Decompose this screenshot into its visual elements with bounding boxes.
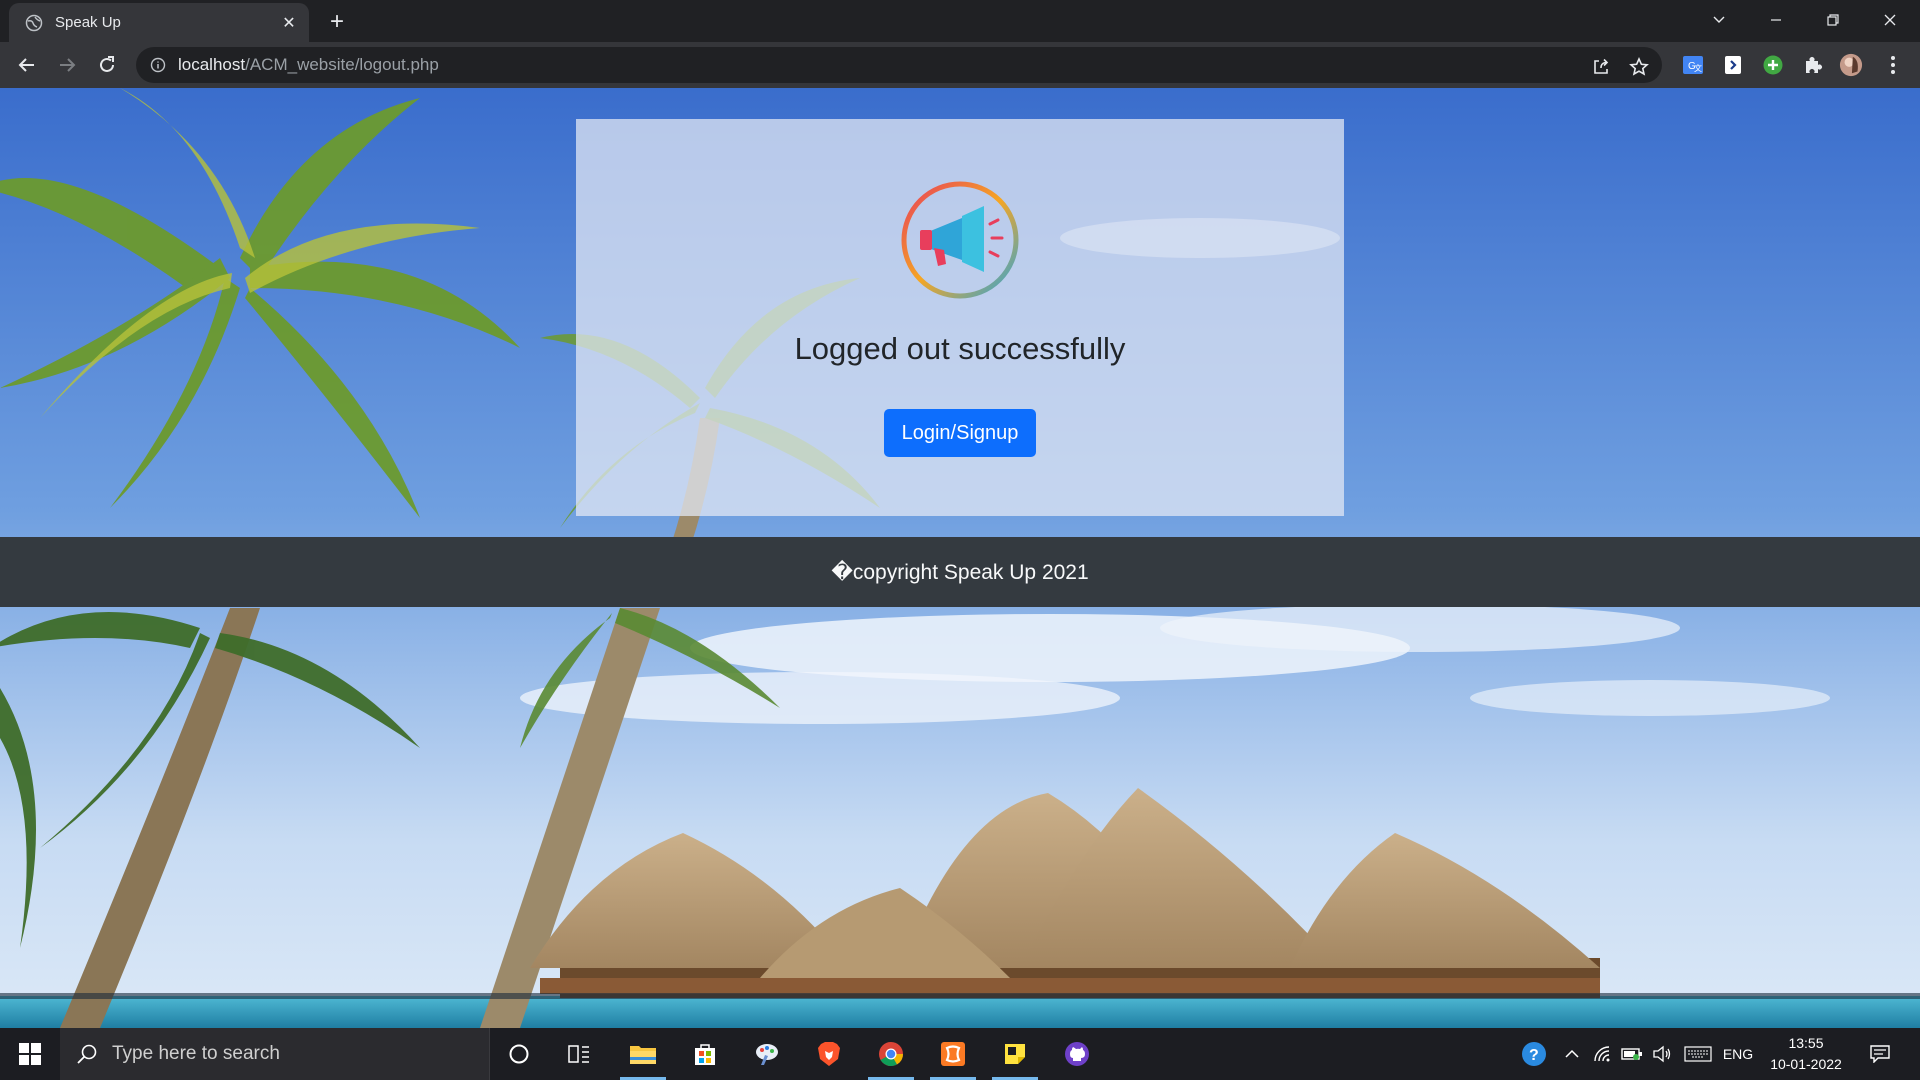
window-close-icon[interactable] xyxy=(1862,0,1918,40)
tab-title: Speak Up xyxy=(55,14,121,31)
extension-icon[interactable] xyxy=(1721,53,1745,77)
page-footer: �copyright Speak Up 2021 xyxy=(0,537,1920,607)
store-icon[interactable] xyxy=(676,1028,734,1080)
paint-icon[interactable] xyxy=(738,1028,796,1080)
logout-card: Logged out successfully Login/Signup xyxy=(576,119,1344,516)
tab-strip: Speak Up ✕ + xyxy=(0,0,1920,42)
keyboard-icon[interactable] xyxy=(1680,1028,1716,1080)
file-explorer-icon[interactable] xyxy=(614,1028,672,1080)
clock-date: 10-01-2022 xyxy=(1770,1056,1842,1072)
tab-speak-up[interactable]: Speak Up ✕ xyxy=(9,3,309,42)
page-title: Logged out successfully xyxy=(794,331,1126,366)
globe-icon xyxy=(25,14,43,31)
url-text: localhost/ACM_website/logout.php xyxy=(178,55,439,74)
taskbar-clock[interactable]: 13:55 10-01-2022 xyxy=(1760,1033,1852,1075)
chevron-up-icon[interactable] xyxy=(1560,1028,1584,1080)
windows-icon[interactable] xyxy=(0,1028,60,1080)
puzzle-icon[interactable] xyxy=(1801,53,1825,77)
cortana-icon[interactable] xyxy=(490,1028,548,1080)
forward-icon[interactable] xyxy=(51,49,83,81)
translate-icon[interactable]: G文 xyxy=(1681,53,1705,77)
svg-text:?: ? xyxy=(1529,1047,1539,1064)
back-icon[interactable] xyxy=(11,49,43,81)
task-view-icon[interactable] xyxy=(550,1028,608,1080)
green-plus-extension-icon[interactable] xyxy=(1761,53,1785,77)
volume-icon[interactable] xyxy=(1648,1028,1676,1080)
search-placeholder: Type here to search xyxy=(112,1043,280,1064)
help-icon[interactable]: ? xyxy=(1518,1028,1552,1080)
info-icon[interactable] xyxy=(150,57,166,73)
network-icon[interactable] xyxy=(1588,1028,1616,1080)
restore-icon[interactable] xyxy=(1805,0,1861,40)
minimize-icon[interactable] xyxy=(1748,0,1804,40)
chrome-icon[interactable] xyxy=(862,1028,920,1080)
github-icon[interactable] xyxy=(1048,1028,1106,1080)
clock-time: 13:55 xyxy=(1788,1035,1824,1051)
tab-search-chevron-down-icon[interactable] xyxy=(1691,0,1747,40)
menu-icon[interactable] xyxy=(1881,53,1905,77)
windows-taskbar: Type here to search ? ENG 13:55 10-01-20… xyxy=(0,1028,1920,1080)
page-viewport: Logged out successfully Login/Signup �co… xyxy=(0,88,1920,1028)
language-indicator[interactable]: ENG xyxy=(1718,1028,1758,1080)
close-icon[interactable]: ✕ xyxy=(277,11,301,35)
plus-icon[interactable]: + xyxy=(322,8,352,36)
star-icon[interactable] xyxy=(1628,56,1650,78)
browser-toolbar: localhost/ACM_website/logout.php G文 xyxy=(0,42,1920,88)
reload-icon[interactable] xyxy=(91,49,123,81)
profile-avatar[interactable] xyxy=(1839,53,1863,77)
xampp-icon[interactable] xyxy=(924,1028,982,1080)
sticky-notes-icon[interactable] xyxy=(986,1028,1044,1080)
megaphone-icon xyxy=(901,181,1019,299)
address-bar[interactable]: localhost/ACM_website/logout.php xyxy=(136,47,1662,83)
battery-icon[interactable] xyxy=(1618,1028,1646,1080)
copyright-text: �copyright Speak Up 2021 xyxy=(831,560,1089,584)
svg-text:文: 文 xyxy=(1694,63,1702,73)
login-signup-button[interactable]: Login/Signup xyxy=(884,409,1036,457)
taskbar-search-box[interactable]: Type here to search xyxy=(60,1028,490,1080)
search-icon xyxy=(77,1044,97,1064)
brave-icon[interactable] xyxy=(800,1028,858,1080)
share-icon[interactable] xyxy=(1590,56,1612,78)
notification-icon[interactable] xyxy=(1862,1028,1898,1080)
